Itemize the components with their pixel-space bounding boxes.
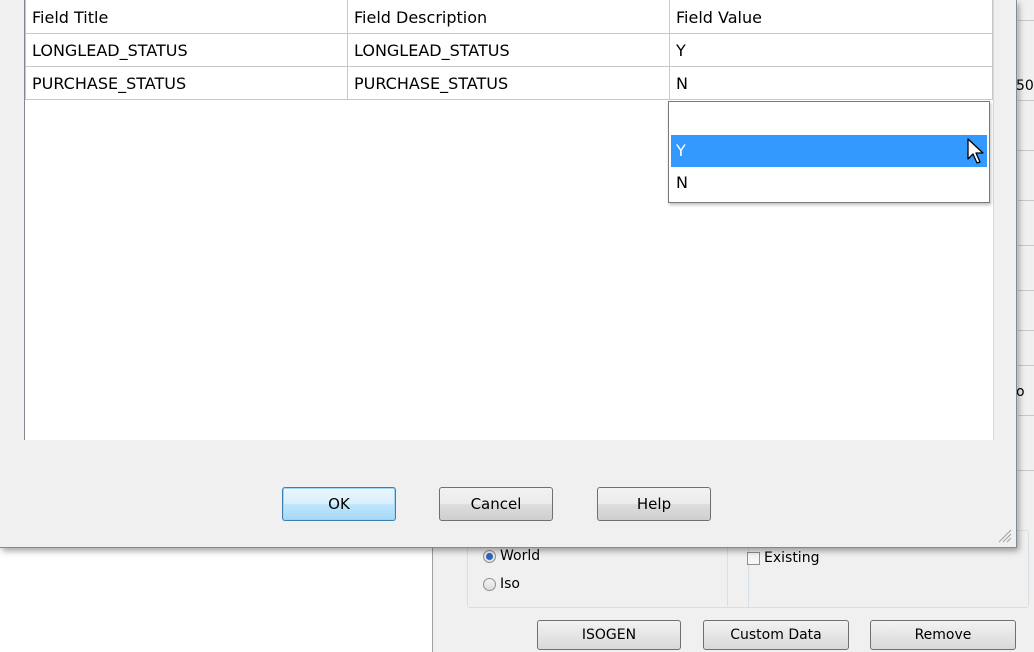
table-header-row: Field Title Field Description Field Valu…	[25, 0, 993, 34]
column-header-field-title[interactable]: Field Title	[25, 0, 348, 34]
cell-field-value-editor[interactable]: N	[669, 66, 993, 100]
column-header-field-description[interactable]: Field Description	[347, 0, 670, 34]
custom-data-button[interactable]: Custom Data	[703, 620, 849, 650]
field-table: Field Title Field Description Field Valu…	[25, 0, 993, 100]
isogen-button[interactable]: ISOGEN	[537, 620, 681, 650]
background-panel: World Iso Existing ISOGEN Custom Data Re…	[432, 530, 1034, 652]
background-text-fragment: o	[1016, 384, 1025, 400]
ok-button[interactable]: OK	[282, 487, 396, 521]
radio-checked-icon	[483, 549, 496, 563]
help-button[interactable]: Help	[597, 487, 711, 521]
checkbox-existing-label: Existing	[764, 550, 820, 566]
field-value-dropdown-list[interactable]: Y N	[668, 101, 990, 203]
radio-world[interactable]: World	[483, 548, 540, 564]
cancel-button[interactable]: Cancel	[439, 487, 553, 521]
cell-field-description[interactable]: PURCHASE_STATUS	[347, 66, 670, 100]
radio-world-label: World	[500, 548, 541, 564]
table-row[interactable]: PURCHASE_STATUS PURCHASE_STATUS N	[25, 66, 993, 100]
radio-iso[interactable]: Iso	[483, 576, 520, 592]
table-row[interactable]: LONGLEAD_STATUS LONGLEAD_STATUS Y	[25, 33, 993, 67]
mouse-pointer-icon	[967, 138, 984, 164]
checkbox-existing[interactable]: Existing	[747, 550, 819, 566]
dropdown-option-n[interactable]: N	[671, 167, 987, 199]
field-grid: Field Title Field Description Field Valu…	[24, 0, 994, 440]
cell-field-title[interactable]: PURCHASE_STATUS	[25, 66, 348, 100]
background-text-fragment: 50	[1016, 78, 1034, 94]
cell-field-title[interactable]: LONGLEAD_STATUS	[25, 33, 348, 67]
column-header-field-value[interactable]: Field Value	[669, 0, 993, 34]
dropdown-option-y[interactable]: Y	[671, 135, 987, 167]
custom-data-dialog: Field Title Field Description Field Valu…	[0, 0, 1017, 548]
remove-button[interactable]: Remove	[870, 620, 1016, 650]
cell-field-value[interactable]: Y	[669, 33, 993, 67]
radio-iso-label: Iso	[500, 576, 520, 592]
radio-unchecked-icon	[483, 577, 496, 591]
resize-grip-icon[interactable]	[996, 527, 1012, 543]
dropdown-option-empty[interactable]	[671, 104, 987, 136]
cell-field-description[interactable]: LONGLEAD_STATUS	[347, 33, 670, 67]
checkbox-icon	[747, 551, 760, 565]
